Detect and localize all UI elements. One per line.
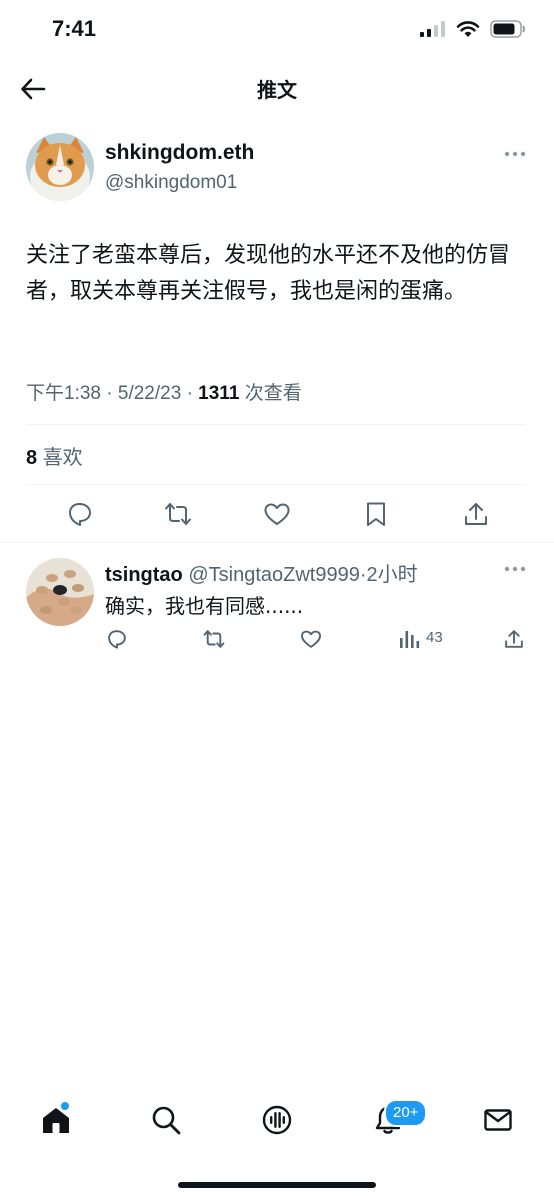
reply-separator: · bbox=[359, 564, 367, 586]
spaces-icon bbox=[262, 1105, 292, 1135]
author-display-name[interactable]: shkingdom.eth bbox=[105, 141, 254, 165]
page-title: 推文 bbox=[257, 78, 297, 102]
reply-reply-button[interactable] bbox=[106, 628, 128, 650]
retweet-button[interactable] bbox=[164, 500, 192, 528]
reply-icon bbox=[108, 630, 126, 649]
meta-separator: · bbox=[106, 383, 118, 404]
mail-icon bbox=[484, 1109, 512, 1131]
tweet-meta: 下午1:38 · 5/22/23 · 1311 次查看 bbox=[26, 378, 302, 405]
tweet-date[interactable]: 5/22/23 bbox=[118, 383, 181, 404]
search-icon bbox=[152, 1106, 181, 1135]
retweet-icon bbox=[203, 630, 225, 648]
home-indicator bbox=[178, 1182, 376, 1188]
status-bar: 7:41 bbox=[0, 0, 554, 58]
tweet-time[interactable]: 下午1:38 bbox=[26, 383, 101, 404]
like-icon bbox=[264, 503, 290, 525]
reply-views-button[interactable] bbox=[398, 628, 420, 650]
notifications-badge: 20+ bbox=[384, 1099, 428, 1127]
retweet-icon bbox=[165, 503, 191, 525]
hand-with-nuts-avatar-image bbox=[26, 558, 94, 626]
reply-more-button[interactable] bbox=[503, 564, 527, 574]
tweet-views-count: 1311 bbox=[198, 383, 240, 404]
tweet-more-button[interactable] bbox=[503, 149, 527, 159]
home-unread-dot bbox=[61, 1102, 69, 1110]
status-time: 7:41 bbox=[52, 16, 97, 41]
likes-summary[interactable]: 8 喜欢 bbox=[26, 441, 83, 470]
share-button[interactable] bbox=[462, 500, 490, 528]
reply-like-button[interactable] bbox=[300, 628, 322, 650]
share-icon bbox=[465, 503, 487, 525]
reply-age[interactable]: 2小时 bbox=[367, 564, 418, 586]
views-icon bbox=[400, 631, 420, 648]
meta-separator: · bbox=[186, 383, 199, 404]
top-nav-header: 推文 bbox=[0, 58, 554, 118]
share-icon bbox=[505, 630, 523, 648]
tweet-views-label: 次查看 bbox=[244, 383, 302, 404]
reply-author-name[interactable]: tsingtao bbox=[105, 564, 183, 586]
reply-author-handle[interactable]: @TsingtaoZwt9999 bbox=[188, 564, 360, 586]
bookmark-icon bbox=[367, 502, 385, 526]
cat-avatar-image bbox=[26, 133, 94, 201]
reply-views-count: 43 bbox=[426, 629, 443, 646]
more-icon bbox=[504, 151, 526, 157]
reply-share-button[interactable] bbox=[503, 628, 525, 650]
reply-avatar[interactable] bbox=[26, 558, 94, 626]
more-icon bbox=[504, 566, 526, 572]
reply-text: 确实，我也有同感...... bbox=[105, 594, 304, 618]
tab-messages[interactable] bbox=[482, 1104, 514, 1136]
like-button[interactable] bbox=[263, 500, 291, 528]
author-avatar[interactable] bbox=[26, 133, 94, 201]
wifi-icon bbox=[456, 21, 480, 37]
like-icon bbox=[301, 630, 321, 648]
tweet-text: 关注了老蛮本尊后，发现他的水平还不及他的仿冒者，取关本尊再关注假号，我也是闲的蛋… bbox=[26, 243, 511, 304]
reply-retweet-button[interactable] bbox=[203, 628, 225, 650]
divider bbox=[26, 424, 526, 425]
likes-label: 喜欢 bbox=[42, 447, 83, 469]
divider bbox=[0, 542, 554, 543]
author-handle[interactable]: @shkingdom01 bbox=[105, 172, 237, 194]
reply-header: tsingtao @TsingtaoZwt9999·2小时 bbox=[105, 558, 418, 587]
divider bbox=[26, 484, 526, 485]
reply-button[interactable] bbox=[66, 500, 94, 528]
cellular-signal-icon bbox=[420, 21, 445, 37]
status-icons bbox=[420, 20, 526, 38]
battery-icon bbox=[490, 20, 525, 38]
reply-icon bbox=[69, 503, 91, 526]
likes-count: 8 bbox=[26, 447, 38, 469]
tab-spaces[interactable] bbox=[261, 1104, 293, 1136]
tab-search[interactable] bbox=[150, 1104, 182, 1136]
bookmark-button[interactable] bbox=[362, 500, 390, 528]
